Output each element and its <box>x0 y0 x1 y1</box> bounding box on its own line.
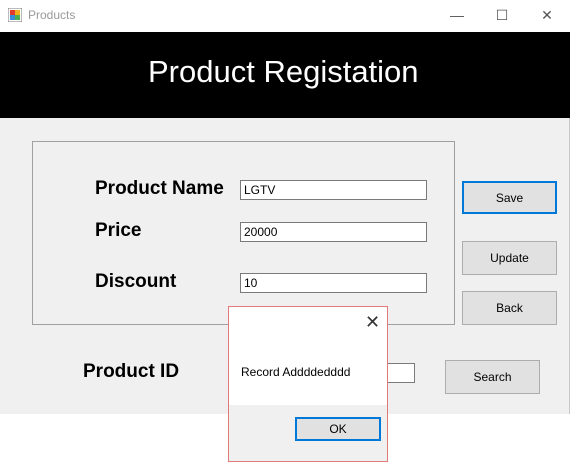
dialog-close-icon[interactable]: ✕ <box>365 312 380 333</box>
save-button[interactable]: Save <box>462 181 557 214</box>
price-label: Price <box>95 220 142 241</box>
close-button[interactable]: ✕ <box>524 0 570 30</box>
back-button[interactable]: Back <box>462 291 557 325</box>
discount-input[interactable] <box>240 273 427 293</box>
message-dialog: ✕ Record Addddedddd OK <box>228 306 388 462</box>
page-title: Product Registation <box>148 54 419 89</box>
dialog-ok-button[interactable]: OK <box>295 417 381 441</box>
update-button[interactable]: Update <box>462 241 557 275</box>
title-bar[interactable]: Products — ☐ ✕ <box>0 0 570 32</box>
app-icon <box>8 8 22 22</box>
minimize-button[interactable]: — <box>434 0 480 30</box>
product-id-label: Product ID <box>83 361 180 382</box>
product-name-input[interactable] <box>240 180 427 200</box>
dialog-message: Record Addddedddd <box>241 365 351 379</box>
window-title: Products <box>28 8 76 22</box>
price-input[interactable] <box>240 222 427 242</box>
maximize-button[interactable]: ☐ <box>479 0 525 30</box>
discount-label: Discount <box>95 271 177 292</box>
product-name-label: Product Name <box>95 178 224 199</box>
dialog-content-area: ✕ Record Addddedddd <box>229 307 387 405</box>
search-button[interactable]: Search <box>445 360 540 394</box>
